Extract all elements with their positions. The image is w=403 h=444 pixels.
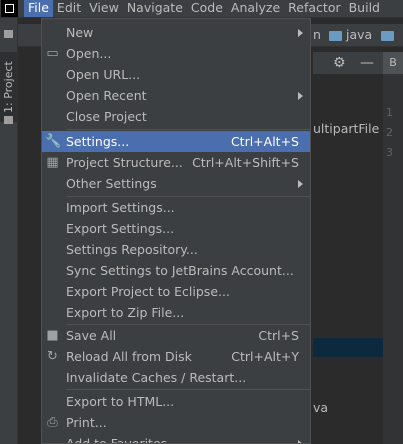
menu-item-close-project[interactable]: Close Project	[42, 106, 310, 127]
menu-item-save-all[interactable]: ■ Save All Ctrl+S	[42, 325, 310, 346]
project-tree-item[interactable]: ultipartFile	[313, 121, 379, 136]
menu-item-settings-repository[interactable]: Settings Repository...	[42, 239, 310, 260]
ide-window: File Edit View Navigate Code Analyze Ref…	[0, 0, 403, 444]
wrench-icon: 🔧	[45, 134, 62, 149]
breadcrumb-next[interactable]	[381, 25, 398, 45]
menu-navigate[interactable]: Navigate	[123, 0, 187, 17]
menu-item-project-structure[interactable]: ▦ Project Structure... Ctrl+Alt+Shift+S	[42, 152, 310, 173]
breadcrumb-java-label: java	[346, 27, 373, 42]
project-tree-item[interactable]: va	[313, 400, 328, 415]
submenu-arrow-icon	[298, 29, 303, 37]
menu-item-shortcut: Ctrl+Alt+Y	[231, 349, 299, 364]
save-icon: ■	[46, 328, 59, 343]
line-number: 3	[386, 146, 393, 159]
menu-item-export-eclipse[interactable]: Export Project to Eclipse...	[42, 281, 310, 302]
menu-build[interactable]: Build	[345, 0, 384, 17]
menu-item-export-settings[interactable]: Export Settings...	[42, 218, 310, 239]
print-icon: ⎙	[47, 415, 58, 430]
menu-item-label: Reload All from Disk	[66, 349, 192, 364]
menu-analyze[interactable]: Analyze	[227, 0, 284, 17]
file-menu-dropdown: New ▭ Open... Open URL... Open Recent Cl…	[41, 18, 311, 444]
menu-item-new[interactable]: New	[42, 22, 310, 43]
submenu-arrow-icon	[298, 180, 303, 188]
menu-code[interactable]: Code	[187, 0, 227, 17]
editor-tab[interactable]: B	[383, 52, 403, 74]
menu-item-open-url[interactable]: Open URL...	[42, 64, 310, 85]
menu-edit[interactable]: Edit	[53, 0, 85, 17]
folder-icon	[4, 116, 13, 124]
menu-view[interactable]: View	[85, 0, 123, 17]
menu-file[interactable]: File	[24, 0, 53, 17]
menu-item-label: Open URL...	[66, 67, 141, 82]
submenu-arrow-icon	[298, 440, 303, 443]
menu-item-label: New	[66, 25, 94, 40]
reload-icon: ↻	[47, 349, 58, 364]
menu-item-label: Settings Repository...	[66, 242, 198, 257]
menu-separator	[66, 389, 310, 390]
menu-item-export-html[interactable]: Export to HTML...	[42, 391, 310, 412]
menu-item-print[interactable]: ⎙ Print...	[42, 412, 310, 433]
submenu-arrow-icon	[298, 92, 303, 100]
menu-item-label: Sync Settings to JetBrains Account...	[66, 263, 294, 278]
breadcrumb-java[interactable]: java	[329, 25, 372, 45]
menu-item-settings[interactable]: 🔧 Settings... Ctrl+Alt+S	[42, 131, 310, 152]
menu-item-label: Export to HTML...	[66, 394, 175, 409]
folder-icon	[329, 30, 342, 41]
minimize-icon[interactable]: —	[360, 54, 374, 72]
menu-item-add-to-favorites[interactable]: Add to Favorites	[42, 433, 310, 444]
menu-item-shortcut: Ctrl+S	[258, 328, 299, 343]
project-structure-icon: ▦	[46, 155, 59, 170]
menu-item-sync-settings[interactable]: Sync Settings to JetBrains Account...	[42, 260, 310, 281]
menu-item-label: Open...	[66, 46, 112, 61]
menu-item-label: Export Settings...	[66, 221, 175, 236]
menu-item-label: Other Settings	[66, 176, 157, 191]
menu-item-invalidate-caches[interactable]: Invalidate Caches / Restart...	[42, 367, 310, 388]
folder-icon	[381, 30, 394, 41]
project-view-icon[interactable]	[4, 30, 13, 38]
menu-item-label: Add to Favorites	[66, 436, 168, 444]
menu-refactor[interactable]: Refactor	[284, 0, 344, 17]
project-tree-selection[interactable]	[313, 338, 383, 357]
line-number: 1	[386, 106, 393, 119]
menu-item-label: Export Project to Eclipse...	[66, 284, 230, 299]
menu-item-export-zip[interactable]: Export to Zip File...	[42, 302, 310, 323]
menu-item-label: Import Settings...	[66, 200, 175, 215]
menu-item-shortcut: Ctrl+Alt+Shift+S	[192, 155, 299, 170]
menu-item-label: Close Project	[66, 109, 147, 124]
menu-item-label: Invalidate Caches / Restart...	[66, 370, 247, 385]
menu-item-label: Save All	[66, 328, 117, 343]
menu-item-open-recent[interactable]: Open Recent	[42, 85, 310, 106]
gear-icon[interactable]: ⚙	[333, 54, 346, 72]
menu-item-label: Settings...	[66, 134, 130, 149]
menu-separator	[66, 129, 310, 130]
folder-open-icon: ▭	[46, 46, 59, 61]
menu-bar: File Edit View Navigate Code Analyze Ref…	[0, 0, 403, 18]
breadcrumb-partial[interactable]: n	[313, 25, 321, 45]
menu-item-label: Open Recent	[66, 88, 147, 103]
menu-item-other-settings[interactable]: Other Settings	[42, 173, 310, 194]
menu-item-label: Project Structure...	[66, 155, 183, 170]
menu-item-open[interactable]: ▭ Open...	[42, 43, 310, 64]
intellij-logo-icon	[1, 0, 18, 17]
line-number: 2	[386, 126, 393, 139]
menu-item-label: Export to Zip File...	[66, 305, 185, 320]
menu-item-reload-all[interactable]: ↻ Reload All from Disk Ctrl+Alt+Y	[42, 346, 310, 367]
menu-item-label: Print...	[66, 415, 107, 430]
project-tab-label: 1: Project	[2, 61, 15, 113]
menu-item-shortcut: Ctrl+Alt+S	[230, 134, 299, 149]
menu-item-import-settings[interactable]: Import Settings...	[42, 197, 310, 218]
